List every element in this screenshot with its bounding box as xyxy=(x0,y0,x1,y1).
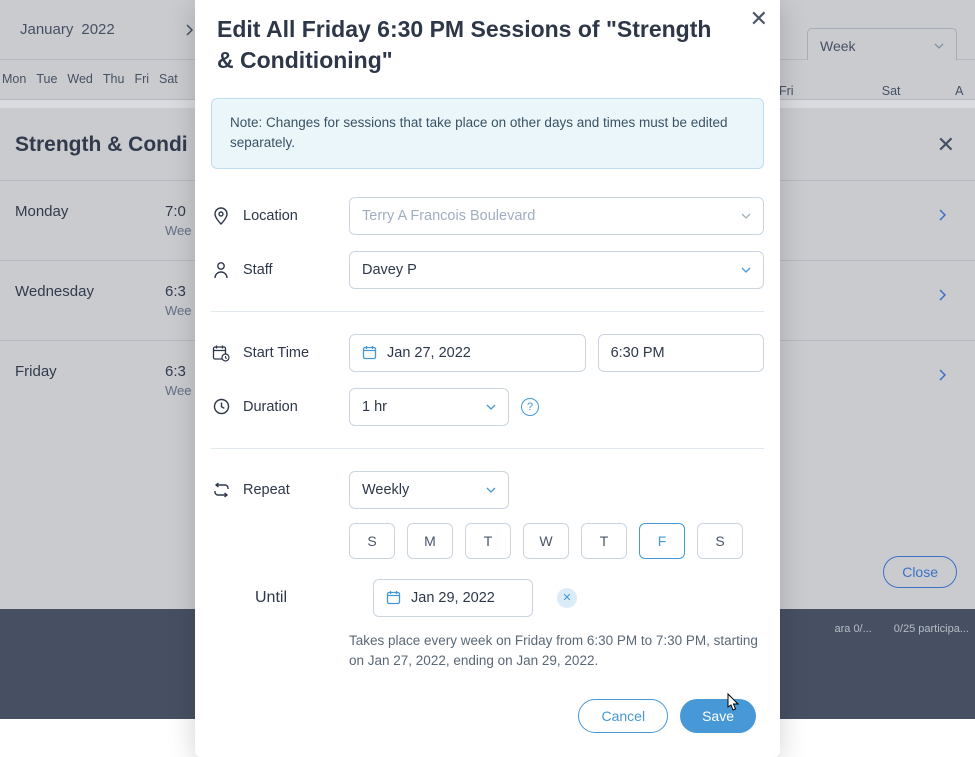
weekday-buttons: S M T W T F S xyxy=(211,523,764,559)
until-date-value: Jan 29, 2022 xyxy=(411,590,495,606)
clock-icon xyxy=(211,397,231,417)
start-time-row: Start Time Jan 27, 2022 6:30 PM xyxy=(211,326,764,380)
repeat-icon xyxy=(211,480,231,500)
start-time-input[interactable]: 6:30 PM xyxy=(598,334,764,372)
cancel-button[interactable]: Cancel xyxy=(578,699,668,733)
day-wed[interactable]: W xyxy=(523,523,569,559)
until-date-input[interactable]: Jan 29, 2022 xyxy=(373,579,533,617)
location-row: Location Terry A Francois Boulevard xyxy=(211,189,764,243)
location-value: Terry A Francois Boulevard xyxy=(362,208,535,224)
chevron-down-icon xyxy=(741,213,751,219)
edit-sessions-modal: ✕ Edit All Friday 6:30 PM Sessions of "S… xyxy=(195,0,780,757)
start-time-label: Start Time xyxy=(243,345,349,361)
person-icon xyxy=(211,260,231,280)
close-button[interactable]: ✕ xyxy=(750,6,768,32)
divider xyxy=(211,311,764,312)
chevron-down-icon xyxy=(741,267,751,273)
day-tue[interactable]: T xyxy=(465,523,511,559)
repeat-select[interactable]: Weekly xyxy=(349,471,509,509)
until-label: Until xyxy=(255,589,361,607)
staff-value: Davey P xyxy=(362,262,417,278)
chevron-down-icon xyxy=(486,404,496,410)
day-thu[interactable]: T xyxy=(581,523,627,559)
repeat-label: Repeat xyxy=(243,482,349,498)
save-button[interactable]: Save xyxy=(680,699,756,733)
modal-actions: Cancel Save xyxy=(195,671,780,733)
duration-value: 1 hr xyxy=(362,399,387,415)
location-label: Location xyxy=(243,208,349,224)
recurrence-summary: Takes place every week on Friday from 6:… xyxy=(195,617,780,672)
duration-label: Duration xyxy=(243,399,349,415)
divider xyxy=(211,448,764,449)
info-note: Note: Changes for sessions that take pla… xyxy=(211,98,764,169)
calendar-clock-icon xyxy=(211,343,231,363)
staff-row: Staff Davey P xyxy=(211,243,764,297)
repeat-row: Repeat Weekly xyxy=(211,463,764,517)
start-time-value: 6:30 PM xyxy=(611,345,665,361)
day-fri[interactable]: F xyxy=(639,523,685,559)
duration-row: Duration 1 hr ? xyxy=(211,380,764,434)
day-sat[interactable]: S xyxy=(697,523,743,559)
start-date-input[interactable]: Jan 27, 2022 xyxy=(349,334,586,372)
location-select[interactable]: Terry A Francois Boulevard xyxy=(349,197,764,235)
calendar-icon xyxy=(362,345,377,360)
location-icon xyxy=(211,206,231,226)
chevron-down-icon xyxy=(486,487,496,493)
day-sun[interactable]: S xyxy=(349,523,395,559)
clear-until-icon[interactable]: ✕ xyxy=(557,588,577,608)
duration-select[interactable]: 1 hr xyxy=(349,388,509,426)
day-mon[interactable]: M xyxy=(407,523,453,559)
staff-select[interactable]: Davey P xyxy=(349,251,764,289)
help-icon[interactable]: ? xyxy=(521,398,539,416)
start-date-value: Jan 27, 2022 xyxy=(387,345,471,361)
calendar-icon xyxy=(386,590,401,605)
staff-label: Staff xyxy=(243,262,349,278)
modal-title: Edit All Friday 6:30 PM Sessions of "Str… xyxy=(195,0,780,76)
repeat-value: Weekly xyxy=(362,482,409,498)
